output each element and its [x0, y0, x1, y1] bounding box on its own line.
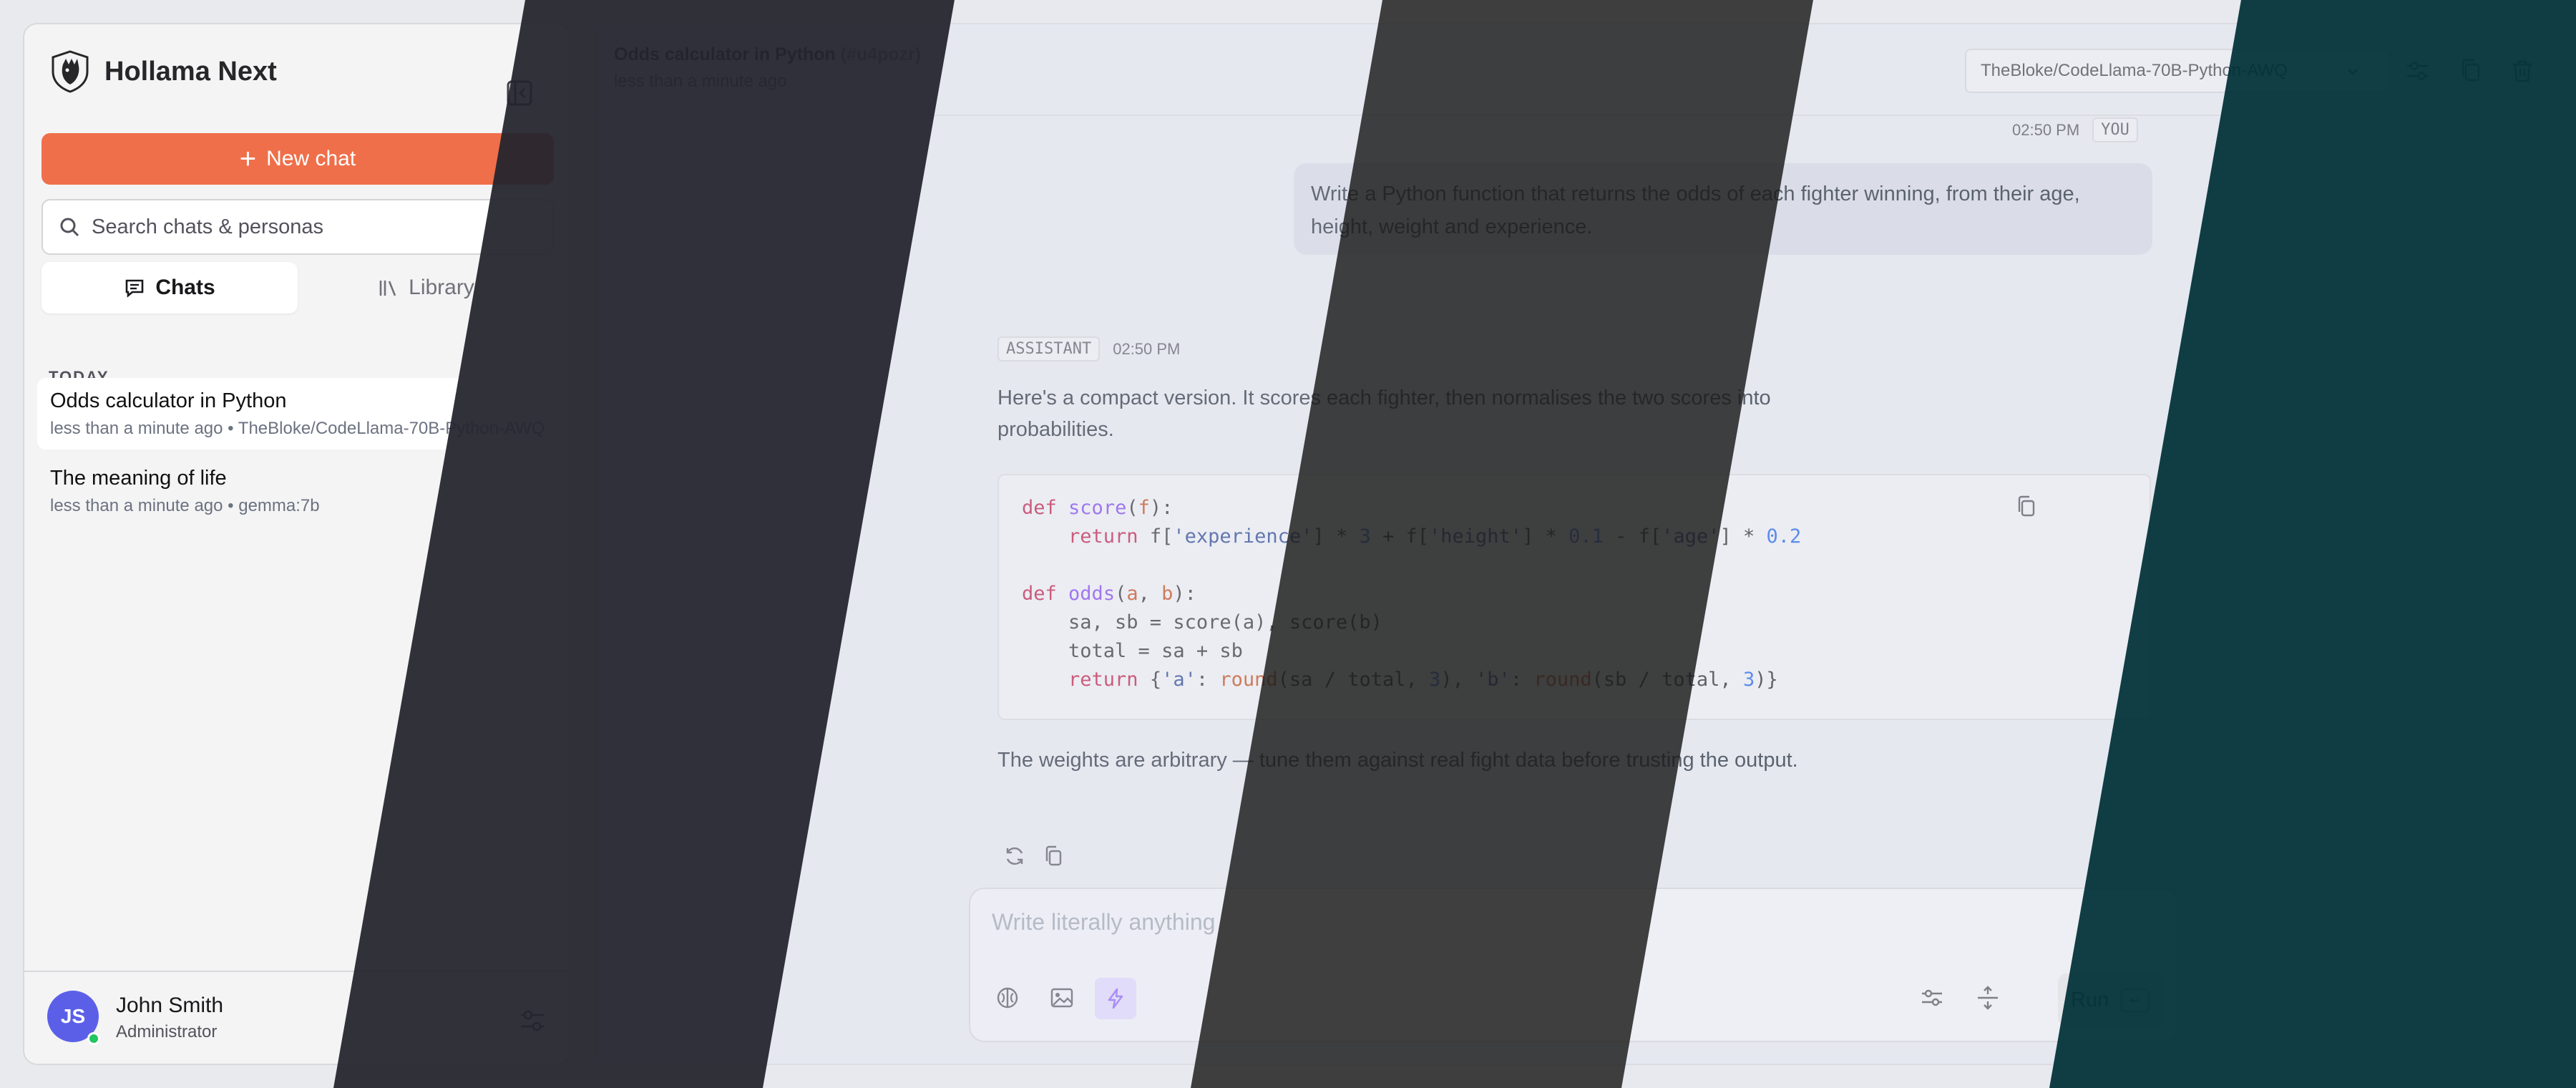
model-select[interactable]: TheBloke/CodeLlama-70B-Python-AWQ	[1965, 49, 2390, 93]
copy-code-icon[interactable]	[2014, 494, 2039, 520]
model-select-value: TheBloke/CodeLlama-70B-Python-AWQ	[1981, 61, 2288, 80]
library-icon	[379, 281, 396, 296]
user-name: John Smith	[116, 994, 224, 1017]
new-chat-button[interactable]: + New chat	[42, 133, 554, 185]
chat-panel: Odds calculator in Python (#u4pozr) less…	[595, 23, 2553, 1065]
role-badge: YOU	[2092, 117, 2138, 142]
brain-icon[interactable]	[995, 985, 1020, 1011]
tab-library-label: Library	[409, 276, 474, 299]
code-line: return {'a': round(sa / total, 3), 'b': …	[1068, 669, 1778, 691]
message-actions	[1003, 845, 1065, 868]
code-line: total = sa + sb	[1022, 640, 1243, 662]
chat-item-subtitle: less than a minute ago • TheBloke/CodeLl…	[50, 419, 545, 438]
model-settings-icon[interactable]	[2404, 57, 2431, 84]
run-button[interactable]: Run ↵	[2058, 973, 2162, 1026]
chat-list-item[interactable]: Odds calculator in Python less than a mi…	[37, 378, 560, 450]
lightning-icon	[1108, 988, 1123, 1009]
user-role: Administrator	[116, 1022, 218, 1041]
code-block: def score(f): return f['experience'] * 3…	[997, 474, 2151, 720]
message-time: 02:50 PM	[1113, 339, 1181, 358]
app-name: Hollama Next	[104, 56, 277, 87]
tab-chats-label: Chats	[155, 276, 215, 299]
user-profile: JS John Smith Administrator	[24, 971, 570, 1064]
sidebar-tabs: Chats Library	[42, 262, 554, 314]
regenerate-icon[interactable]	[1003, 845, 1026, 868]
chat-header: Odds calculator in Python (#u4pozr) less…	[597, 24, 2552, 116]
tab-library[interactable]: Library	[298, 262, 554, 314]
code-line: sa, sb = score(a), score(b)	[1022, 611, 1382, 633]
chat-bubble-icon	[126, 279, 144, 298]
prompt-input[interactable]	[992, 909, 2137, 945]
copy-chat-icon[interactable]	[2457, 57, 2484, 84]
code-line: def score(f):	[1022, 497, 1174, 519]
chat-id: (#u4pozr)	[840, 44, 922, 64]
run-label: Run	[2071, 988, 2109, 1011]
message-composer: Run ↵	[969, 888, 2178, 1042]
chat-title-text: Odds calculator in Python	[614, 44, 836, 64]
chat-item-subtitle: less than a minute ago • gemma:7b	[50, 496, 320, 515]
chat-timestamp: less than a minute ago	[614, 72, 787, 91]
code-line: def odds(a, b):	[1022, 583, 1196, 605]
role-badge: ASSISTANT	[997, 336, 1101, 361]
sidebar: Hollama Next + New chat Chats	[23, 23, 571, 1065]
chat-item-title: The meaning of life	[50, 467, 227, 490]
chat-item-title: Odds calculator in Python	[50, 389, 287, 412]
copy-message-icon[interactable]	[1042, 845, 1065, 868]
hollama-logo-icon	[52, 50, 89, 93]
user-message-meta: 02:50 PM YOU	[2012, 117, 2138, 142]
new-chat-label: New chat	[266, 147, 356, 170]
user-message: Write a Python function that returns the…	[1294, 163, 2152, 255]
sliders-icon[interactable]	[1919, 985, 1945, 1011]
chat-list-item[interactable]: The meaning of life less than a minute a…	[37, 455, 560, 527]
search-input[interactable]	[92, 215, 521, 239]
enter-key-icon: ↵	[2120, 988, 2150, 1012]
brand[interactable]: Hollama Next	[50, 50, 277, 93]
plus-icon: +	[239, 143, 257, 175]
collapse-sidebar-icon[interactable]	[507, 80, 532, 106]
expand-vertical-icon[interactable]	[1975, 985, 2001, 1011]
chevron-down-icon	[2348, 69, 2358, 75]
search-icon	[60, 218, 79, 237]
image-icon[interactable]	[1049, 985, 1075, 1011]
chat-title: Odds calculator in Python (#u4pozr)	[614, 44, 921, 65]
online-status-dot	[87, 1032, 100, 1045]
assistant-message-meta: ASSISTANT 02:50 PM	[997, 336, 1180, 361]
message-time: 02:50 PM	[2012, 120, 2080, 139]
code-line: return f['experience'] * 3 + f['height']…	[1068, 525, 1802, 548]
assistant-outro-text: The weights are arbitrary — tune them ag…	[997, 749, 1798, 772]
tab-chats[interactable]: Chats	[42, 262, 298, 314]
search-box	[42, 199, 554, 255]
settings-sliders-icon[interactable]	[518, 1006, 547, 1035]
assistant-intro-text: Here's a compact version. It scores each…	[997, 387, 1771, 441]
lightning-toggle[interactable]	[1095, 978, 1136, 1019]
delete-chat-icon[interactable]	[2509, 57, 2536, 84]
